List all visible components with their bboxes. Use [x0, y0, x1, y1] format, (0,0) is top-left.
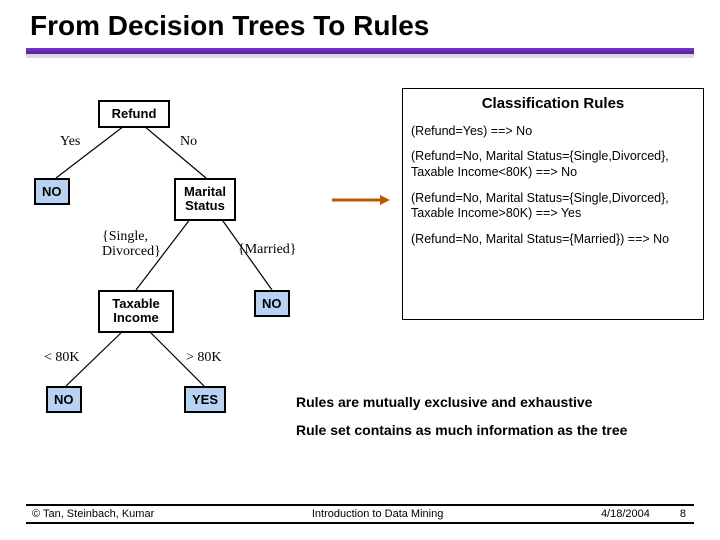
- rule-item: (Refund=No, Marital Status={Single,Divor…: [411, 149, 695, 180]
- leaf-no-married: NO: [254, 290, 290, 317]
- edge-income-gt: > 80K: [186, 350, 222, 366]
- rule-item: (Refund=Yes) ==> No: [411, 124, 695, 140]
- edge-marital-married: {Married}: [238, 242, 297, 258]
- rules-panel-title: Classification Rules: [411, 95, 695, 114]
- edge-refund-no: No: [180, 134, 197, 150]
- node-refund: Refund: [98, 100, 170, 128]
- edge-income-lt: < 80K: [44, 350, 80, 366]
- node-marital-status: Marital Status: [174, 178, 236, 221]
- note-line: Rule set contains as much information as…: [296, 422, 696, 438]
- leaf-yes-gt80k: YES: [184, 386, 226, 413]
- footer-course: Introduction to Data Mining: [154, 508, 601, 520]
- node-taxable-income: Taxable Income: [98, 290, 174, 333]
- slide-title: From Decision Trees To Rules: [0, 0, 720, 48]
- leaf-no-refund-yes: NO: [34, 178, 70, 205]
- arrow-implies-icon: [330, 194, 390, 206]
- note-line: Rules are mutually exclusive and exhaust…: [296, 394, 696, 410]
- leaf-no-lt80k: NO: [46, 386, 82, 413]
- edge-refund-yes: Yes: [60, 134, 80, 150]
- footer-page: 8: [680, 508, 694, 520]
- decision-tree: Refund Marital Status Taxable Income NO …: [16, 86, 326, 416]
- footer-date: 4/18/2004: [601, 508, 680, 520]
- slide-footer: © Tan, Steinbach, Kumar Introduction to …: [26, 504, 694, 524]
- edge-marital-single: {Single, Divorced}: [102, 230, 161, 259]
- slide-notes: Rules are mutually exclusive and exhaust…: [296, 394, 696, 438]
- classification-rules-panel: Classification Rules (Refund=Yes) ==> No…: [402, 88, 704, 320]
- title-rule: [26, 48, 694, 54]
- footer-authors: © Tan, Steinbach, Kumar: [26, 508, 154, 520]
- rule-item: (Refund=No, Marital Status={Married}) ==…: [411, 232, 695, 248]
- rule-item: (Refund=No, Marital Status={Single,Divor…: [411, 191, 695, 222]
